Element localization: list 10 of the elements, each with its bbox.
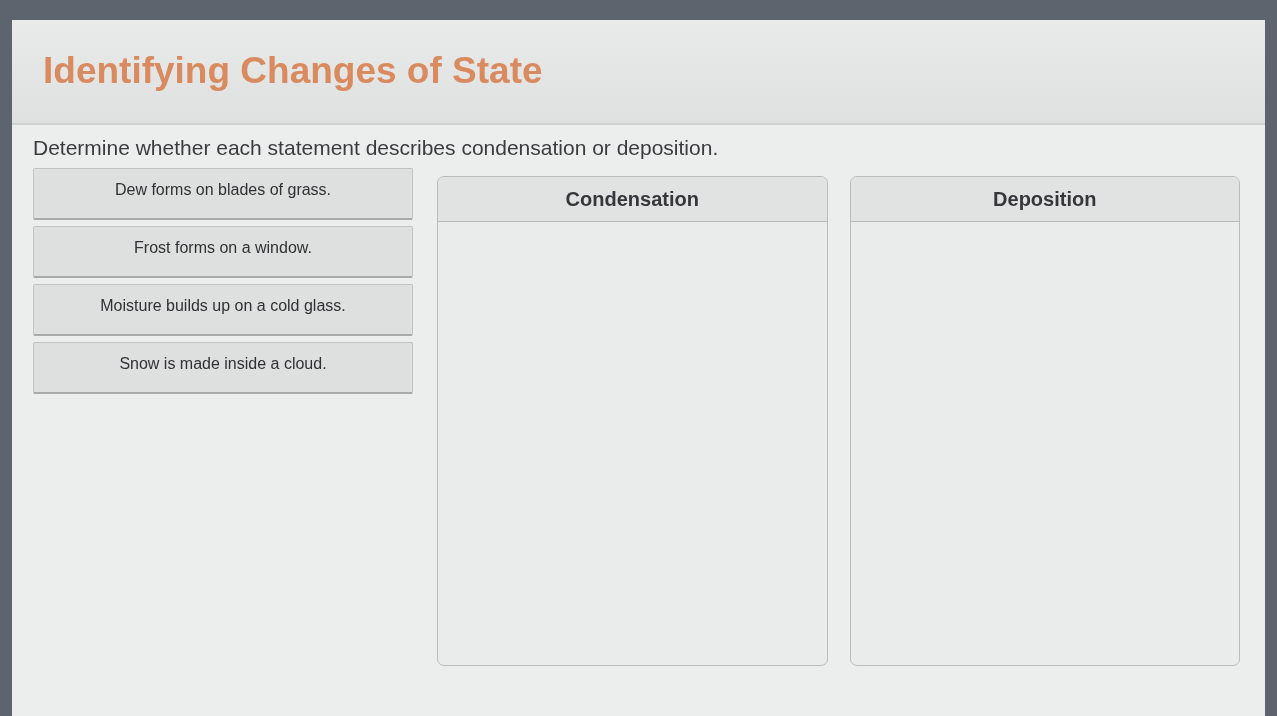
category-title: Condensation (565, 187, 699, 213)
category-title: Deposition (993, 187, 1097, 213)
instructions-text: Determine whether each statement describes condensation or deposition. (33, 135, 720, 161)
statement-card[interactable]: Dew forms on blades of grass. (33, 168, 413, 221)
drop-zone[interactable]: Deposition (849, 176, 1240, 667)
statement-card[interactable]: Frost forms on a window. (33, 226, 413, 279)
drop-zone[interactable]: Condensation (437, 176, 828, 667)
statement-card[interactable]: Moisture builds up on a cold glass. (33, 284, 413, 337)
statement-card[interactable]: Snow is made inside a cloud. (33, 342, 413, 395)
page-title: Identifying Changes of State (43, 49, 543, 94)
